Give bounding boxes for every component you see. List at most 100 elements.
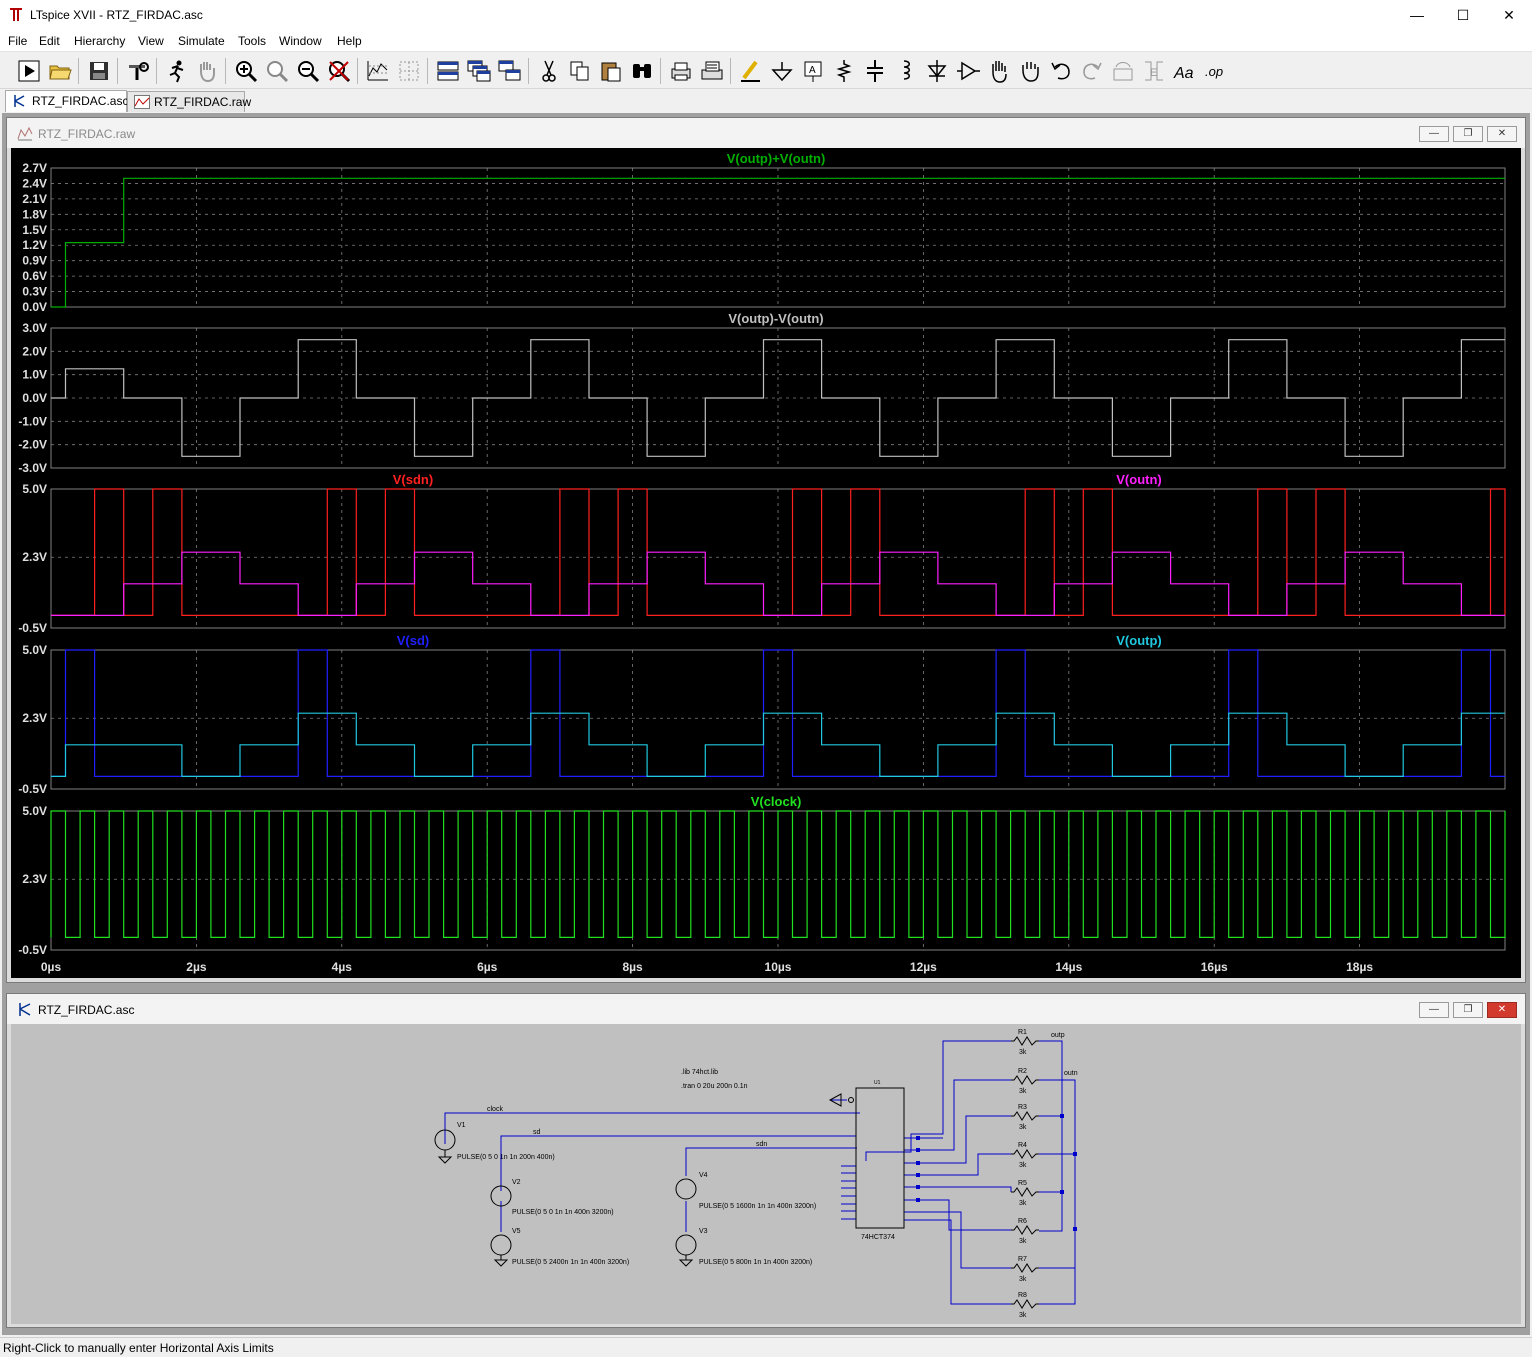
resistor-r6: R6 3k: [1011, 1218, 1039, 1245]
diode-icon[interactable]: [924, 58, 950, 84]
run-halt-icon[interactable]: [164, 58, 190, 84]
print-icon[interactable]: [668, 58, 694, 84]
drag-hand-icon[interactable]: [1017, 58, 1043, 84]
run-icon[interactable]: [16, 58, 42, 84]
menu-view[interactable]: View: [138, 34, 164, 48]
schematic-minimize-button[interactable]: —: [1419, 1002, 1449, 1018]
y-tick-label: 0.3V: [22, 285, 47, 299]
x-tick-label: 4µs: [332, 960, 353, 974]
waveform-window: RTZ_FIRDAC.raw — ❐ ✕ 0.0V 0.3V 0.6V 0.9V 1.2…: [6, 117, 1526, 983]
close-button[interactable]: ✕: [1486, 0, 1532, 31]
print-setup-icon[interactable]: [699, 58, 725, 84]
find-icon[interactable]: [629, 58, 655, 84]
y-tick-label: 2.7V: [22, 161, 47, 175]
maximize-button[interactable]: ☐: [1440, 0, 1486, 31]
waveform-close-button[interactable]: ✕: [1487, 126, 1517, 142]
waveform-restore-button[interactable]: ❐: [1453, 126, 1483, 142]
resistor-name: R3: [1018, 1104, 1027, 1111]
schematic-junctions: [916, 1114, 1077, 1231]
ic-part: 74HCT374: [861, 1234, 895, 1241]
resistor-symbol: [1011, 1111, 1039, 1121]
y-tick-label: -0.5V: [18, 782, 47, 796]
cut-icon[interactable]: [536, 58, 562, 84]
resistor-name: R4: [1018, 1142, 1027, 1149]
menu-file[interactable]: File: [8, 34, 27, 48]
waveform-icon: [134, 95, 150, 109]
svg-text:A: A: [809, 65, 816, 76]
waveform-plot-area[interactable]: 0.0V 0.3V 0.6V 0.9V 1.2V 1.5V 1.8V 2.1V 2.4V 2.7V…: [11, 148, 1521, 978]
schematic-canvas[interactable]: U1 74HCT374 V1 PULSE(0 5 0 1n 1n 200n 40…: [11, 1024, 1521, 1324]
tab-waveform-label: RTZ_FIRDAC.raw: [154, 95, 252, 109]
tab-schematic-label: RTZ_FIRDAC.asc: [32, 94, 129, 108]
label-net-icon[interactable]: A: [800, 58, 826, 84]
resistor-name: R6: [1018, 1218, 1027, 1225]
resistor-icon[interactable]: [831, 58, 857, 84]
svg-text:.op: .op: [1205, 64, 1223, 79]
zoom-in-icon[interactable]: [233, 58, 259, 84]
component-icon[interactable]: [955, 58, 981, 84]
menu-simulate[interactable]: Simulate: [178, 34, 225, 48]
resistor-symbol: [1011, 1149, 1039, 1159]
voltage-sources: [434, 1129, 697, 1267]
redo-icon[interactable]: [1079, 58, 1105, 84]
minimize-button[interactable]: —: [1394, 0, 1440, 31]
menu-window[interactable]: Window: [279, 34, 322, 48]
toolbar: A E Aa .op: [0, 51, 1532, 89]
net-sdn: sdn: [756, 1141, 767, 1148]
mirror-icon[interactable]: E: [1141, 58, 1167, 84]
x-tick-label: 2µs: [186, 960, 207, 974]
save-icon[interactable]: [86, 58, 112, 84]
y-tick-label: -3.0V: [18, 461, 47, 475]
capacitor-icon[interactable]: [862, 58, 888, 84]
paste-icon[interactable]: [598, 58, 624, 84]
net-outp: outp: [1051, 1032, 1065, 1039]
x-tick-label: 6µs: [477, 960, 498, 974]
source-v5-name: V5: [512, 1228, 521, 1235]
rotate-icon[interactable]: [1110, 58, 1136, 84]
x-tick-label: 0µs: [41, 960, 62, 974]
control-panel-icon[interactable]: [125, 58, 151, 84]
y-tick-label: 2.0V: [22, 344, 47, 358]
spice-directive-icon[interactable]: .op: [1203, 58, 1229, 84]
waveform-plots[interactable]: 0.0V0.3V0.6V0.9V1.2V1.5V1.8V2.1V2.4V2.7V…: [11, 148, 1521, 978]
copy-icon[interactable]: [567, 58, 593, 84]
trace-label: V(outp)-V(outn): [728, 311, 823, 326]
y-tick-label: 2.3V: [22, 711, 47, 725]
source-v5-value: PULSE(0 5 2400n 1n 1n 400n 3200n): [512, 1259, 629, 1266]
schematic-close-button[interactable]: ✕: [1487, 1002, 1517, 1018]
autorange-icon[interactable]: [365, 58, 391, 84]
zoom-area-icon[interactable]: [264, 58, 290, 84]
schematic-restore-button[interactable]: ❐: [1453, 1002, 1483, 1018]
trace-label: V(outn): [1116, 472, 1161, 487]
waveform-minimize-button[interactable]: —: [1419, 126, 1449, 142]
grid-icon[interactable]: [396, 58, 422, 84]
pan-hand-icon[interactable]: [194, 58, 220, 84]
open-icon[interactable]: [47, 58, 73, 84]
y-tick-label: 2.3V: [22, 550, 47, 564]
menu-hierarchy[interactable]: Hierarchy: [74, 34, 125, 48]
source-v1-value: PULSE(0 5 0 1n 1n 200n 400n): [457, 1154, 555, 1161]
menu-help[interactable]: Help: [337, 34, 362, 48]
resistor-value: 3k: [1019, 1088, 1027, 1095]
y-tick-label: 2.1V: [22, 192, 47, 206]
tile-horizontal-icon[interactable]: [435, 58, 461, 84]
tile-vertical-icon[interactable]: [497, 58, 523, 84]
resistor-symbol: [1011, 1187, 1039, 1197]
inductor-icon[interactable]: [893, 58, 919, 84]
text-icon[interactable]: Aa: [1172, 58, 1198, 84]
tab-schematic[interactable]: RTZ_FIRDAC.asc: [5, 90, 129, 112]
zoom-out-icon[interactable]: [295, 58, 321, 84]
zoom-cancel-icon[interactable]: [326, 58, 352, 84]
source-v3-name: V3: [699, 1228, 708, 1235]
tab-waveform[interactable]: RTZ_FIRDAC.raw: [127, 91, 251, 112]
draw-wire-icon[interactable]: [738, 58, 764, 84]
ground-icon[interactable]: [769, 58, 795, 84]
schematic-drawing[interactable]: U1 74HCT374 V1 PULSE(0 5 0 1n 1n 200n 40…: [11, 1024, 1521, 1324]
menu-bar: File Edit Hierarchy View Simulate Tools …: [0, 31, 1532, 51]
cascade-icon[interactable]: [466, 58, 492, 84]
menu-edit[interactable]: Edit: [39, 34, 60, 48]
move-hand-icon[interactable]: [986, 58, 1012, 84]
menu-tools[interactable]: Tools: [238, 34, 266, 48]
y-tick-label: 0.0V: [22, 391, 47, 405]
undo-icon[interactable]: [1048, 58, 1074, 84]
